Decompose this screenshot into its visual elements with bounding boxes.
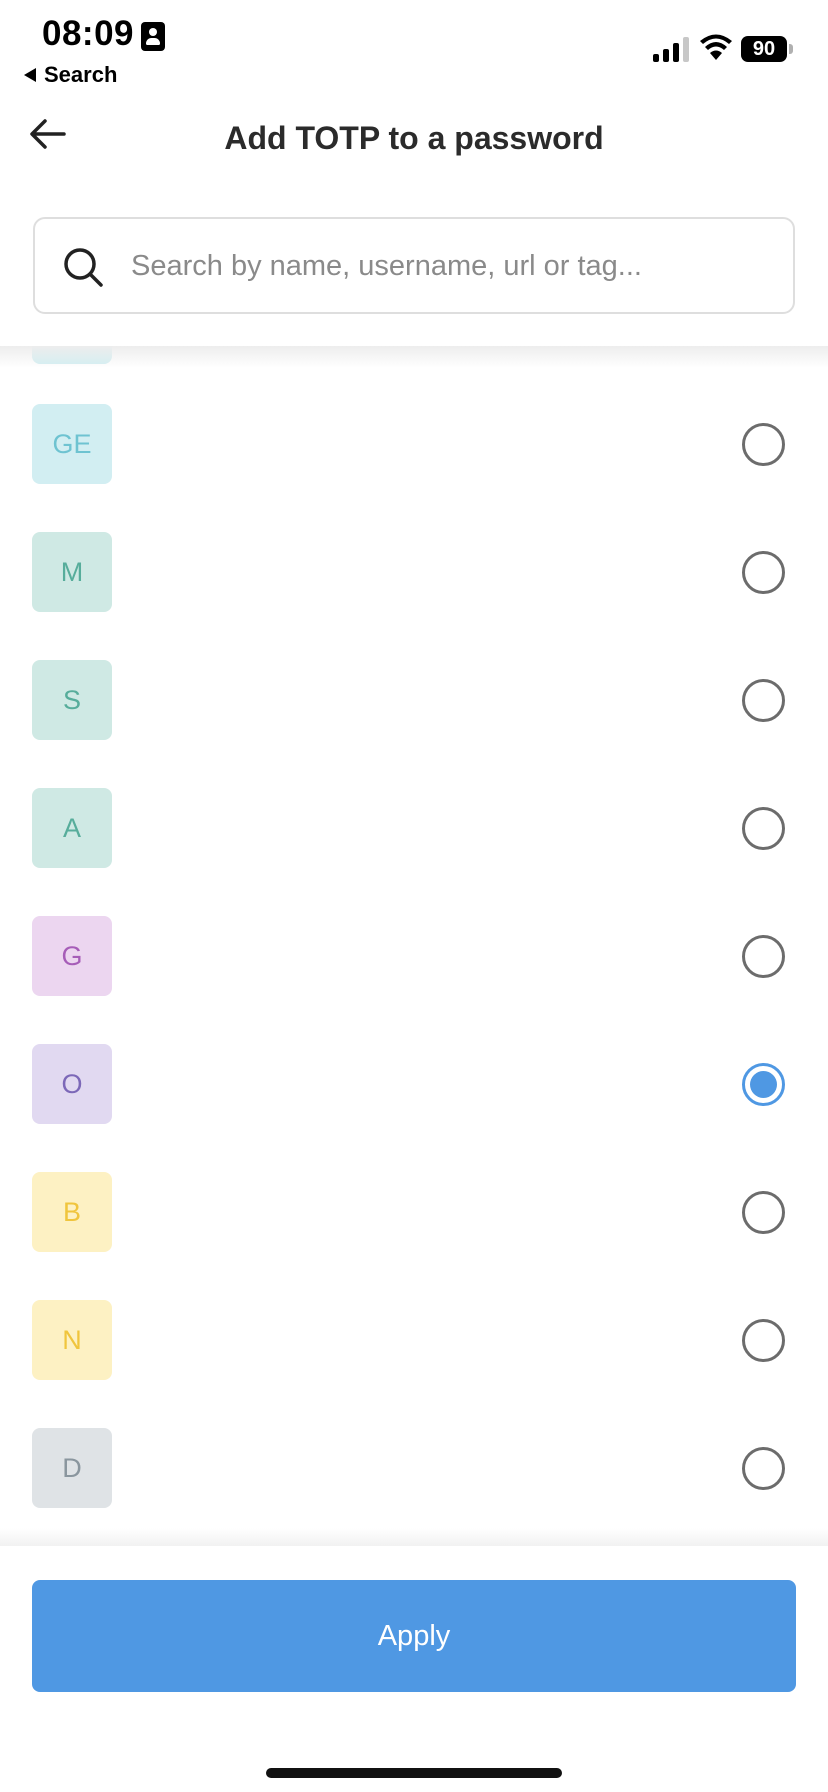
avatar: B	[32, 1172, 112, 1252]
avatar: GE	[32, 404, 112, 484]
password-list: GE M S A G O B N D	[0, 346, 828, 1546]
page-title: Add TOTP to a password	[224, 120, 604, 156]
list-item[interactable]: N	[0, 1276, 828, 1404]
radio-button[interactable]	[742, 935, 785, 978]
status-time: 08:09	[42, 14, 135, 53]
search-icon	[64, 248, 103, 287]
contact-card-icon	[141, 22, 165, 51]
radio-button[interactable]	[742, 679, 785, 722]
avatar: M	[32, 532, 112, 612]
back-triangle-icon	[24, 68, 36, 82]
radio-button[interactable]	[742, 807, 785, 850]
home-indicator	[266, 1768, 562, 1778]
radio-button[interactable]	[742, 1191, 785, 1234]
list-item[interactable]: A	[0, 764, 828, 892]
back-to-app-label: Search	[44, 62, 118, 87]
header: Add TOTP to a password	[0, 100, 828, 180]
list-item[interactable]: M	[0, 508, 828, 636]
search-input[interactable]	[131, 239, 771, 293]
avatar: O	[32, 1044, 112, 1124]
search-box[interactable]	[33, 217, 795, 314]
avatar: A	[32, 788, 112, 868]
list-item[interactable]: S	[0, 636, 828, 764]
wifi-icon	[700, 34, 732, 60]
status-bar: 08:09 Search 90	[0, 0, 828, 96]
radio-button[interactable]	[742, 1447, 785, 1490]
radio-button[interactable]	[742, 1063, 785, 1106]
apply-button[interactable]: Apply	[32, 1580, 796, 1692]
list-item[interactable]: B	[0, 1148, 828, 1276]
battery-icon: 90	[741, 36, 793, 62]
avatar: N	[32, 1300, 112, 1380]
avatar: G	[32, 916, 112, 996]
radio-button[interactable]	[742, 1319, 785, 1362]
cellular-signal-icon	[653, 36, 689, 62]
avatar: D	[32, 1428, 112, 1508]
radio-button[interactable]	[742, 423, 785, 466]
back-to-app-link[interactable]: Search	[24, 62, 117, 88]
footer: Apply	[0, 1546, 828, 1792]
list-item[interactable]: G	[0, 892, 828, 1020]
list-item[interactable]: GE	[0, 380, 828, 508]
battery-level: 90	[741, 36, 787, 62]
list-item[interactable]: D	[0, 1404, 828, 1532]
list-item[interactable]: O	[0, 1020, 828, 1148]
radio-button[interactable]	[742, 551, 785, 594]
avatar: S	[32, 660, 112, 740]
